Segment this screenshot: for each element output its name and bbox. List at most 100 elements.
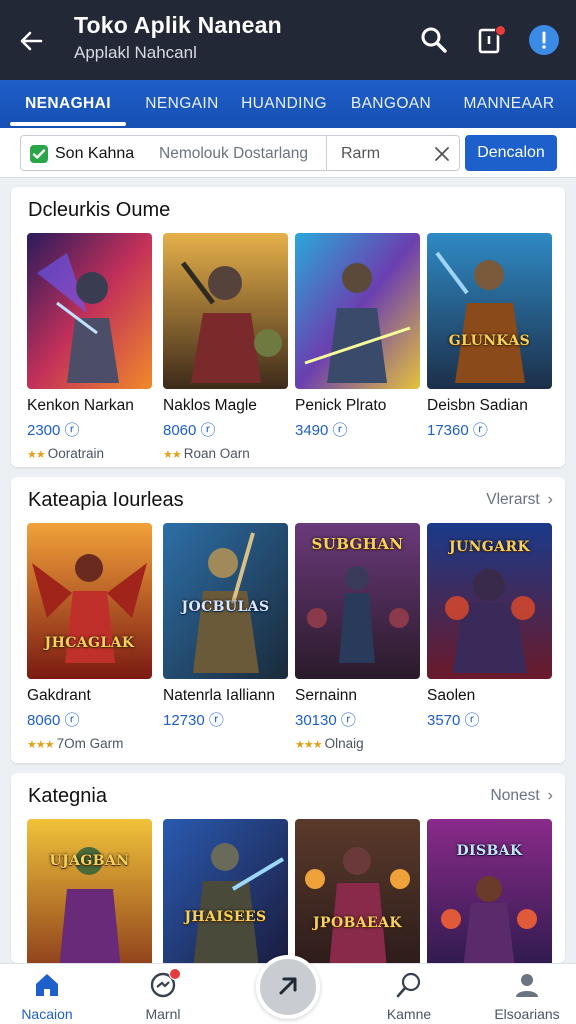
game-logo: JOCBULAS — [181, 599, 270, 615]
notification-icon[interactable] — [472, 22, 508, 58]
game-logo: JHCAGLAK — [44, 635, 135, 651]
section-title: Kategnia — [28, 785, 107, 807]
chevron-right-icon: › — [547, 787, 553, 804]
game-thumbnail[interactable]: GLUNKAS — [427, 233, 552, 389]
game-logo: JUNGARK — [448, 539, 531, 555]
app-name: Kenkon Narkan — [27, 397, 134, 414]
tab-nenaghai[interactable]: NENAGHAI — [10, 80, 126, 128]
tab-huanding[interactable]: HUANDING — [236, 80, 332, 128]
center-action-button[interactable] — [256, 955, 320, 1019]
game-thumbnail[interactable]: SUBGHAN — [295, 523, 420, 679]
game-thumbnail[interactable]: JOCBULAS — [163, 523, 288, 679]
game-logo: UJAGBAN — [49, 853, 130, 869]
game-logo: JPOBAEAK — [313, 915, 402, 931]
search-input[interactable]: Rarm — [326, 135, 460, 171]
game-thumbnail[interactable]: JHCAGLAK — [27, 523, 152, 679]
section-category: Kateapia Iourleas Vlerarst › JHCAGLAK Gak… — [11, 477, 565, 763]
app-name: Natenrla Ialliann — [163, 687, 276, 704]
help-icon[interactable] — [526, 22, 562, 58]
tab-nengain[interactable]: NENGAIN — [128, 80, 236, 128]
game-thumbnail[interactable] — [295, 233, 420, 389]
app-card[interactable]: SUBGHAN Sernainn 30130 ⓡ ★★★ Olnaig — [295, 523, 420, 751]
app-card[interactable]: DISBAK — [427, 819, 552, 963]
filter-placeholder: Nemolouk Dostarlang — [159, 145, 309, 162]
nav-messages-label: Marnl — [145, 1006, 181, 1022]
app-card[interactable]: JOCBULAS Natenrla Ialliann 12730 ⓡ — [163, 523, 288, 730]
category-tabs: NENAGHAI NENGAIN HUANDING BANGOAN MANNEA… — [0, 80, 576, 128]
app-price: 3570 ⓡ — [427, 712, 480, 729]
app-subtitle: Applakl Nahcanl — [74, 43, 197, 62]
filter-bar: Son Kahna Nemolouk Dostarlang Rarm Denca… — [0, 128, 576, 178]
search-icon[interactable] — [416, 22, 452, 58]
app-bar: Toko Aplik Nanean Applakl Nahcanl — [0, 0, 576, 80]
checkbox-checked-icon[interactable] — [30, 145, 48, 163]
home-icon — [32, 970, 62, 1000]
filter-chip[interactable]: Son Kahna Nemolouk Dostarlang — [20, 135, 327, 171]
nav-profile-label: Elsoarians — [494, 1006, 560, 1022]
section-title: Dcleurkis Oume — [28, 199, 171, 221]
app-price: 3490 ⓡ — [295, 422, 348, 439]
back-arrow-icon[interactable] — [14, 24, 48, 58]
app-card[interactable]: JUNGARK Saolen 3570 ⓡ — [427, 523, 552, 730]
app-card[interactable]: UJAGBAN — [27, 819, 152, 963]
star-icon: ★★ — [27, 449, 46, 461]
app-card[interactable]: JPOBAEAK — [295, 819, 420, 963]
chevron-right-icon: › — [547, 491, 553, 508]
game-thumbnail[interactable]: DISBAK — [427, 819, 552, 963]
game-thumbnail[interactable]: JPOBAEAK — [295, 819, 420, 963]
star-icon: ★★★ — [295, 739, 323, 751]
nav-home[interactable]: Nacaion — [0, 970, 102, 1022]
app-card[interactable]: JHAISEES — [163, 819, 288, 963]
notification-badge — [169, 968, 181, 980]
game-thumbnail[interactable]: UJAGBAN — [27, 819, 152, 963]
nav-home-label: Nacaion — [21, 1006, 73, 1022]
app-card[interactable]: Kenkon Narkan 2300 ⓡ ★★ Ooratrain — [27, 233, 152, 461]
active-tab-indicator — [10, 122, 126, 126]
game-logo: SUBGHAN — [311, 535, 404, 553]
notification-badge — [495, 25, 506, 36]
app-name: Deisbn Sadian — [427, 397, 528, 414]
app-card[interactable]: GLUNKAS Deisbn Sadian 17360 ⓡ — [427, 233, 552, 440]
app-rating: ★★ Ooratrain — [27, 446, 105, 461]
app-price: 17360 ⓡ — [427, 422, 488, 439]
app-rating: ★★★ Olnaig — [295, 736, 364, 751]
app-price: 30130 ⓡ — [295, 712, 356, 729]
app-name: Penick Plrato — [295, 397, 387, 414]
app-card[interactable]: Naklos Magle 8060 ⓡ ★★ Roan Oarn — [163, 233, 288, 461]
game-thumbnail[interactable] — [163, 233, 288, 389]
app-price: 2300 ⓡ — [27, 422, 80, 439]
game-thumbnail[interactable]: JUNGARK — [427, 523, 552, 679]
tab-manneaar[interactable]: MANNEAAR — [452, 80, 566, 128]
apply-button[interactable]: Dencalon — [465, 135, 557, 171]
tab-bangoan[interactable]: BANGOAN — [338, 80, 444, 128]
search-input-value: Rarm — [341, 145, 381, 162]
filter-chip-label: Son Kahna — [55, 145, 135, 162]
app-card[interactable]: JHCAGLAK Gakdrant 8060 ⓡ ★★★ 7Om Garm — [27, 523, 152, 751]
nav-search[interactable]: Kamne — [354, 970, 464, 1022]
see-more-link[interactable]: Nonest › — [491, 787, 553, 805]
see-more-link[interactable]: Vlerarst › — [486, 491, 553, 509]
game-thumbnail[interactable]: JHAISEES — [163, 819, 288, 963]
star-icon: ★★ — [163, 449, 182, 461]
nav-profile[interactable]: Elsoarians — [472, 970, 576, 1022]
user-icon — [512, 970, 542, 1000]
app-price: 12730 ⓡ — [163, 712, 224, 729]
game-logo: DISBAK — [456, 843, 523, 859]
section-featured: Dcleurkis Oume Kenkon Narkan 2300 ⓡ ★★ Oo… — [11, 187, 565, 467]
app-rating: ★★★ 7Om Garm — [27, 736, 124, 751]
search-icon — [394, 970, 424, 1000]
app-name: Saolen — [427, 687, 476, 704]
game-logo: GLUNKAS — [448, 333, 531, 349]
clear-icon[interactable] — [433, 145, 451, 163]
app-name: Sernainn — [295, 687, 358, 704]
game-thumbnail[interactable] — [27, 233, 152, 389]
app-rating: ★★ Roan Oarn — [163, 446, 250, 461]
nav-messages[interactable]: Marnl — [108, 968, 218, 1022]
app-title: Toko Aplik Nanean — [74, 12, 282, 38]
game-logo: JHAISEES — [184, 909, 267, 925]
play-icon — [279, 977, 297, 995]
app-price: 8060 ⓡ — [27, 712, 80, 729]
app-card[interactable]: Penick Plrato 3490 ⓡ — [295, 233, 420, 440]
app-price: 8060 ⓡ — [163, 422, 216, 439]
section-title: Kateapia Iourleas — [28, 489, 184, 511]
